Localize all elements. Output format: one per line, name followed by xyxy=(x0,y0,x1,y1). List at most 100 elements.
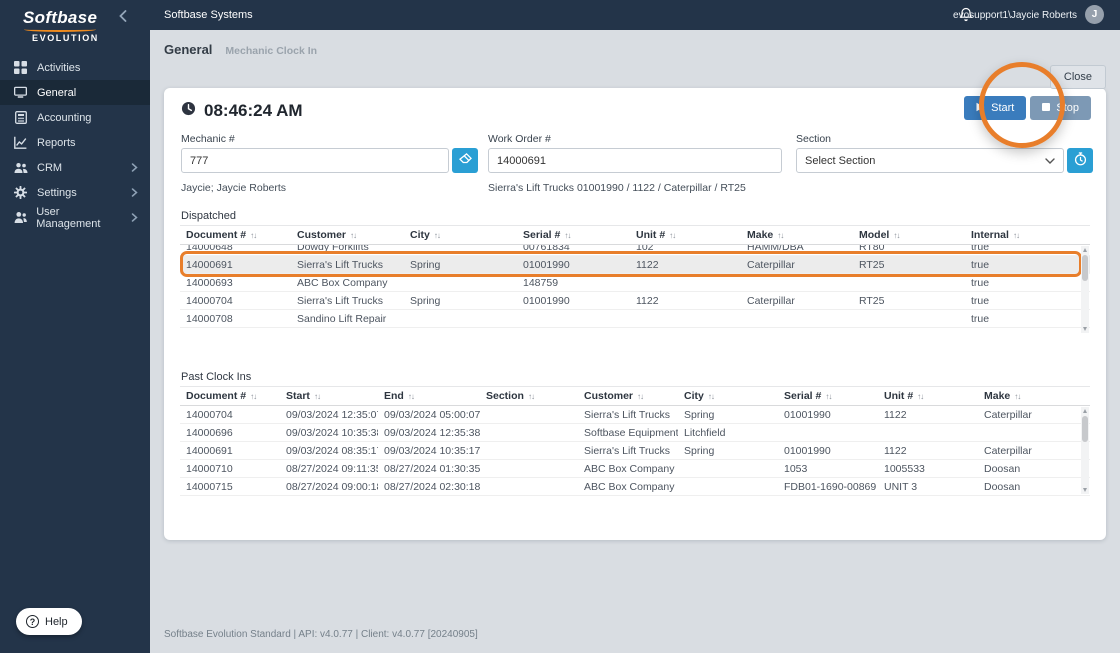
sort-icon[interactable]: ↑↓ xyxy=(1013,231,1019,240)
sort-icon[interactable]: ↑↓ xyxy=(825,392,831,401)
sort-icon[interactable]: ↑↓ xyxy=(350,231,356,240)
column-header[interactable]: End↑↓ xyxy=(378,390,480,402)
sort-icon[interactable]: ↑↓ xyxy=(893,231,899,240)
avatar[interactable]: J xyxy=(1085,5,1104,24)
clock-actions: Start Stop xyxy=(964,96,1091,120)
section-field-group: Section Select Section xyxy=(796,133,1093,173)
table-cell: Dowdy Forklifts xyxy=(291,245,404,253)
table-cell: RT25 xyxy=(853,259,965,271)
sort-icon[interactable]: ↑↓ xyxy=(314,392,320,401)
table-row[interactable]: 14000693ABC Box Company148759true xyxy=(180,274,1090,292)
column-header[interactable]: Internal↑↓ xyxy=(965,229,1074,241)
column-label: Customer xyxy=(297,229,346,241)
table-cell: ABC Box Company xyxy=(291,277,404,289)
column-header[interactable]: Start↑↓ xyxy=(280,390,378,402)
table-cell: RT25 xyxy=(853,295,965,307)
column-header[interactable]: City↑↓ xyxy=(678,390,778,402)
table-row[interactable]: 14000648Dowdy Forklifts00761834102HAMM/D… xyxy=(180,245,1090,256)
table-cell: 14000704 xyxy=(180,295,291,307)
chevron-right-icon xyxy=(131,213,138,222)
table-cell: Spring xyxy=(678,409,778,421)
table-row[interactable]: 14000691Sierra's Lift TrucksSpring010019… xyxy=(180,256,1090,274)
sidebar-item-crm[interactable]: CRM xyxy=(0,155,150,180)
column-header[interactable]: Document # ↑↓ xyxy=(180,229,291,241)
table-row[interactable]: 1400069609/03/2024 10:35:38 AM09/03/2024… xyxy=(180,424,1090,442)
table-cell: 1122 xyxy=(630,295,741,307)
sidebar-item-settings[interactable]: Settings xyxy=(0,180,150,205)
column-header[interactable]: Make↑↓ xyxy=(978,390,1076,402)
sidebar-item-label: Settings xyxy=(37,187,77,199)
sort-icon[interactable]: ↑↓ xyxy=(708,392,714,401)
table-cell: 14000693 xyxy=(180,277,291,289)
sort-icon[interactable]: ↑↓ xyxy=(408,392,414,401)
column-label: Document # xyxy=(186,229,246,241)
table-row[interactable]: 1400070409/03/2024 12:35:07 PM09/03/2024… xyxy=(180,406,1090,424)
sort-icon[interactable]: ↑↓ xyxy=(564,231,570,240)
section-clock-button[interactable] xyxy=(1067,148,1093,173)
current-time: 08:46:24 AM xyxy=(181,101,303,121)
table-cell: Sierra's Lift Trucks xyxy=(578,445,678,457)
sort-icon[interactable]: ↑↓ xyxy=(528,392,534,401)
mechanic-number-input[interactable] xyxy=(181,148,449,173)
column-header[interactable]: Document #↑↓ xyxy=(180,390,280,402)
table-row[interactable]: 1400071508/27/2024 09:00:18 AM08/27/2024… xyxy=(180,478,1090,496)
column-header[interactable]: Model↑↓ xyxy=(853,229,965,241)
column-header[interactable]: Section↑↓ xyxy=(480,390,578,402)
table-row[interactable]: 1400071008/27/2024 09:11:35 AM08/27/2024… xyxy=(180,460,1090,478)
dispatched-title: Dispatched xyxy=(181,210,236,222)
sidebar-item-reports[interactable]: Reports xyxy=(0,130,150,155)
sidebar: Softbase EVOLUTION Activities General Ac… xyxy=(0,0,150,653)
mechanic-helper-text: Jaycie; Jaycie Roberts xyxy=(181,182,478,194)
column-header[interactable]: Customer ↑↓ xyxy=(291,229,404,241)
stop-icon xyxy=(1042,102,1050,114)
sort-icon[interactable]: ↑↓ xyxy=(250,231,256,240)
scrollbar-thumb[interactable] xyxy=(1082,255,1088,281)
sort-icon[interactable]: ↑↓ xyxy=(777,231,783,240)
sort-icon[interactable]: ↑↓ xyxy=(917,392,923,401)
start-button[interactable]: Start xyxy=(964,96,1026,120)
sidebar-item-label: User Management xyxy=(36,206,122,230)
column-header[interactable]: Unit #↑↓ xyxy=(630,229,741,241)
sidebar-collapse-button[interactable] xyxy=(118,10,128,25)
sidebar-item-activities[interactable]: Activities xyxy=(0,55,150,80)
column-header[interactable]: City↑↓ xyxy=(404,229,517,241)
column-header[interactable]: Serial #↑↓ xyxy=(778,390,878,402)
sort-icon[interactable]: ↑↓ xyxy=(434,231,440,240)
column-header[interactable]: Customer ↑↓ xyxy=(578,390,678,402)
chevron-right-icon xyxy=(131,163,138,172)
sidebar-item-accounting[interactable]: Accounting xyxy=(0,105,150,130)
chevron-down-icon xyxy=(1045,155,1055,167)
chevron-right-icon xyxy=(131,188,138,197)
grid-icon xyxy=(13,61,28,74)
table-cell: Sandino Lift Repair xyxy=(291,313,404,325)
work-order-input[interactable] xyxy=(488,148,782,173)
sort-icon[interactable]: ↑↓ xyxy=(250,392,256,401)
sidebar-item-general[interactable]: General xyxy=(0,80,150,105)
column-header[interactable]: Make↑↓ xyxy=(741,229,853,241)
table-row[interactable]: 1400069109/03/2024 08:35:17 AM09/03/2024… xyxy=(180,442,1090,460)
app-window: Softbase Systems evosupport1\Jaycie Robe… xyxy=(0,0,1120,653)
scrollbar-thumb[interactable] xyxy=(1082,416,1088,442)
vertical-scrollbar[interactable] xyxy=(1081,246,1089,333)
section-select[interactable]: Select Section xyxy=(796,148,1064,173)
stop-button[interactable]: Stop xyxy=(1030,96,1091,120)
table-row[interactable]: 14000704Sierra's Lift TrucksSpring010019… xyxy=(180,292,1090,310)
table-cell: true xyxy=(965,245,1074,253)
past-clockins-table: Document #↑↓Start↑↓End↑↓Section↑↓Custome… xyxy=(180,386,1090,496)
table-row[interactable]: 14000708Sandino Lift Repairtrue xyxy=(180,310,1090,328)
close-button[interactable]: Close xyxy=(1050,65,1106,89)
column-header[interactable]: Serial #↑↓ xyxy=(517,229,630,241)
sidebar-item-label: General xyxy=(37,87,76,99)
vertical-scrollbar[interactable] xyxy=(1081,407,1089,494)
table-cell: 14000648 xyxy=(180,245,291,253)
table-cell: 08/27/2024 02:30:18 PM xyxy=(378,481,480,493)
column-label: Customer xyxy=(584,390,633,402)
table-cell: 1122 xyxy=(630,259,741,271)
column-header[interactable]: Unit #↑↓ xyxy=(878,390,978,402)
clear-mechanic-button[interactable] xyxy=(452,148,478,173)
sort-icon[interactable]: ↑↓ xyxy=(637,392,643,401)
sort-icon[interactable]: ↑↓ xyxy=(1014,392,1020,401)
help-button[interactable]: ? Help xyxy=(16,608,82,635)
sidebar-item-user-management[interactable]: User Management xyxy=(0,205,150,230)
sort-icon[interactable]: ↑↓ xyxy=(669,231,675,240)
